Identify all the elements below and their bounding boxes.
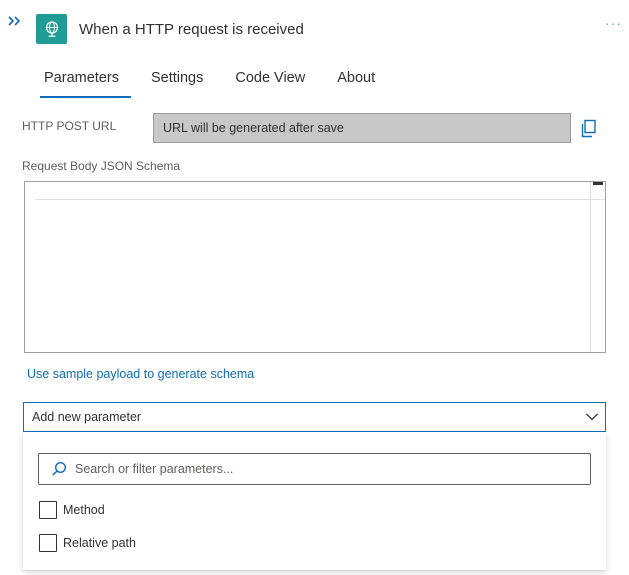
tab-code-view[interactable]: Code View bbox=[223, 64, 317, 98]
tab-parameters[interactable]: Parameters bbox=[32, 64, 131, 98]
option-label: Method bbox=[63, 503, 105, 517]
add-parameter-dropdown[interactable]: Add new parameter bbox=[23, 402, 606, 432]
parameter-search-input[interactable] bbox=[75, 456, 575, 482]
scrollbar-thumb[interactable] bbox=[593, 182, 603, 185]
tab-settings[interactable]: Settings bbox=[139, 64, 215, 98]
search-icon bbox=[52, 461, 67, 476]
more-options-button[interactable]: ··· bbox=[605, 15, 622, 31]
collapse-panel-button[interactable] bbox=[6, 14, 24, 32]
parameter-search-box[interactable] bbox=[38, 453, 591, 485]
sample-payload-link[interactable]: Use sample payload to generate schema bbox=[27, 367, 254, 381]
option-relative-path[interactable]: Relative path bbox=[39, 533, 136, 553]
trigger-title: When a HTTP request is received bbox=[79, 21, 304, 38]
chevron-down-icon bbox=[586, 413, 598, 421]
double-chevron-right-icon bbox=[8, 16, 21, 26]
post-url-field: URL will be generated after save bbox=[153, 113, 571, 143]
copy-url-button[interactable] bbox=[580, 119, 598, 139]
dropdown-selected-text: Add new parameter bbox=[32, 410, 142, 424]
method-checkbox[interactable] bbox=[39, 501, 57, 519]
trigger-icon-tile bbox=[36, 14, 67, 44]
schema-editor[interactable] bbox=[24, 181, 606, 353]
option-label: Relative path bbox=[63, 536, 136, 550]
trigger-card: When a HTTP request is received ··· Para… bbox=[0, 0, 629, 575]
relative-path-checkbox[interactable] bbox=[39, 534, 57, 552]
globe-request-icon bbox=[45, 21, 58, 37]
tab-bar: Parameters Settings Code View About bbox=[32, 64, 395, 100]
tab-about[interactable]: About bbox=[325, 64, 387, 98]
schema-label: Request Body JSON Schema bbox=[22, 159, 181, 173]
parameter-dropdown-panel: Method Relative path bbox=[23, 432, 606, 570]
option-method[interactable]: Method bbox=[39, 500, 105, 520]
editor-scrollbar[interactable] bbox=[590, 182, 605, 352]
copy-icon bbox=[581, 119, 596, 138]
post-url-label: HTTP POST URL bbox=[22, 119, 117, 133]
editor-current-line bbox=[35, 182, 605, 200]
